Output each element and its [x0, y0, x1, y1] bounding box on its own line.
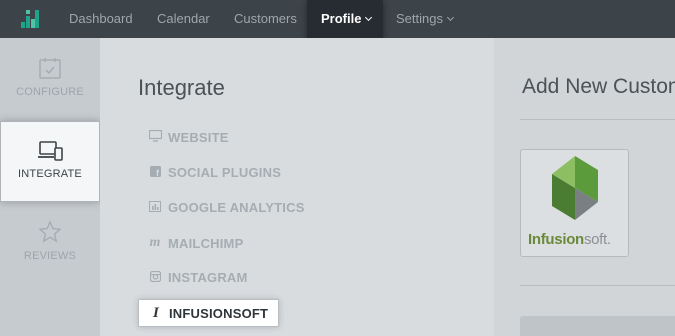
panel-title: Integrate	[138, 75, 225, 100]
app-logo-icon[interactable]	[21, 10, 39, 28]
menu-item-mailchimp[interactable]: m MAILCHIMP	[148, 235, 243, 251]
rail-item-integrate[interactable]: INTEGRATE	[0, 121, 100, 202]
menu-item-instagram[interactable]: INSTAGRAM	[148, 270, 248, 285]
infusionsoft-logo-text: Infusionsoft.	[528, 231, 611, 248]
instagram-icon	[148, 270, 162, 285]
nav-settings[interactable]: Settings	[396, 0, 455, 38]
nav-dashboard[interactable]: Dashboard	[69, 0, 133, 38]
menu-item-label: WEBSITE	[168, 130, 229, 145]
integrate-panel: Integrate WEBSITE f SOCIAL PLUGINS GOOGL…	[100, 38, 494, 336]
action-button[interactable]	[520, 316, 675, 336]
chevron-down-icon	[365, 13, 373, 22]
rail-item-label: REVIEWS	[23, 250, 77, 262]
nav-settings-label: Settings	[396, 11, 443, 26]
nav-profile-label: Profile	[321, 11, 362, 26]
nav-calendar[interactable]: Calendar	[157, 0, 210, 38]
menu-item-label: GOOGLE ANALYTICS	[168, 200, 305, 215]
infusionsoft-icon: I	[152, 304, 160, 321]
menu-item-social-plugins[interactable]: f SOCIAL PLUGINS	[148, 165, 281, 180]
nav-customers[interactable]: Customers	[234, 0, 297, 38]
calendar-check-icon	[39, 58, 61, 79]
menu-item-infusionsoft[interactable]: I INFUSIONSOFT	[138, 299, 280, 327]
nav-customers-label: Customers	[234, 11, 297, 26]
nav-calendar-label: Calendar	[157, 11, 210, 26]
monitor-icon	[148, 129, 162, 145]
left-rail: CONFIGURE INTEGRATE REVIEWS	[0, 38, 100, 336]
devices-icon	[38, 141, 63, 161]
menu-item-label: SOCIAL PLUGINS	[168, 165, 282, 180]
menu-item-label: MAILCHIMP	[168, 235, 244, 251]
bar-chart-icon	[148, 200, 162, 215]
rail-item-label: CONFIGURE	[16, 86, 84, 98]
chevron-down-icon	[446, 13, 455, 22]
mailchimp-icon: m	[149, 235, 161, 250]
rail-item-configure[interactable]: CONFIGURE	[0, 56, 100, 98]
nav-dashboard-label: Dashboard	[69, 11, 133, 26]
divider	[520, 119, 675, 120]
nav-profile[interactable]: Profile	[307, 0, 383, 38]
star-icon	[38, 220, 62, 243]
menu-item-website[interactable]: WEBSITE	[148, 129, 229, 145]
rail-item-reviews[interactable]: REVIEWS	[0, 220, 100, 262]
rail-item-label: INTEGRATE	[18, 168, 82, 180]
menu-item-label: INFUSIONSOFT	[169, 305, 269, 321]
page-title: Add New Customer	[522, 75, 675, 98]
facebook-icon: f	[148, 165, 162, 180]
menu-item-label: INSTAGRAM	[168, 270, 248, 285]
infusionsoft-logo-card[interactable]: Infusionsoft.	[520, 149, 629, 257]
divider	[520, 285, 675, 286]
menu-item-google-analytics[interactable]: GOOGLE ANALYTICS	[148, 200, 305, 215]
top-navbar: Dashboard Calendar Customers Profile Set…	[0, 0, 675, 38]
infusionsoft-logo-icon	[552, 156, 598, 220]
